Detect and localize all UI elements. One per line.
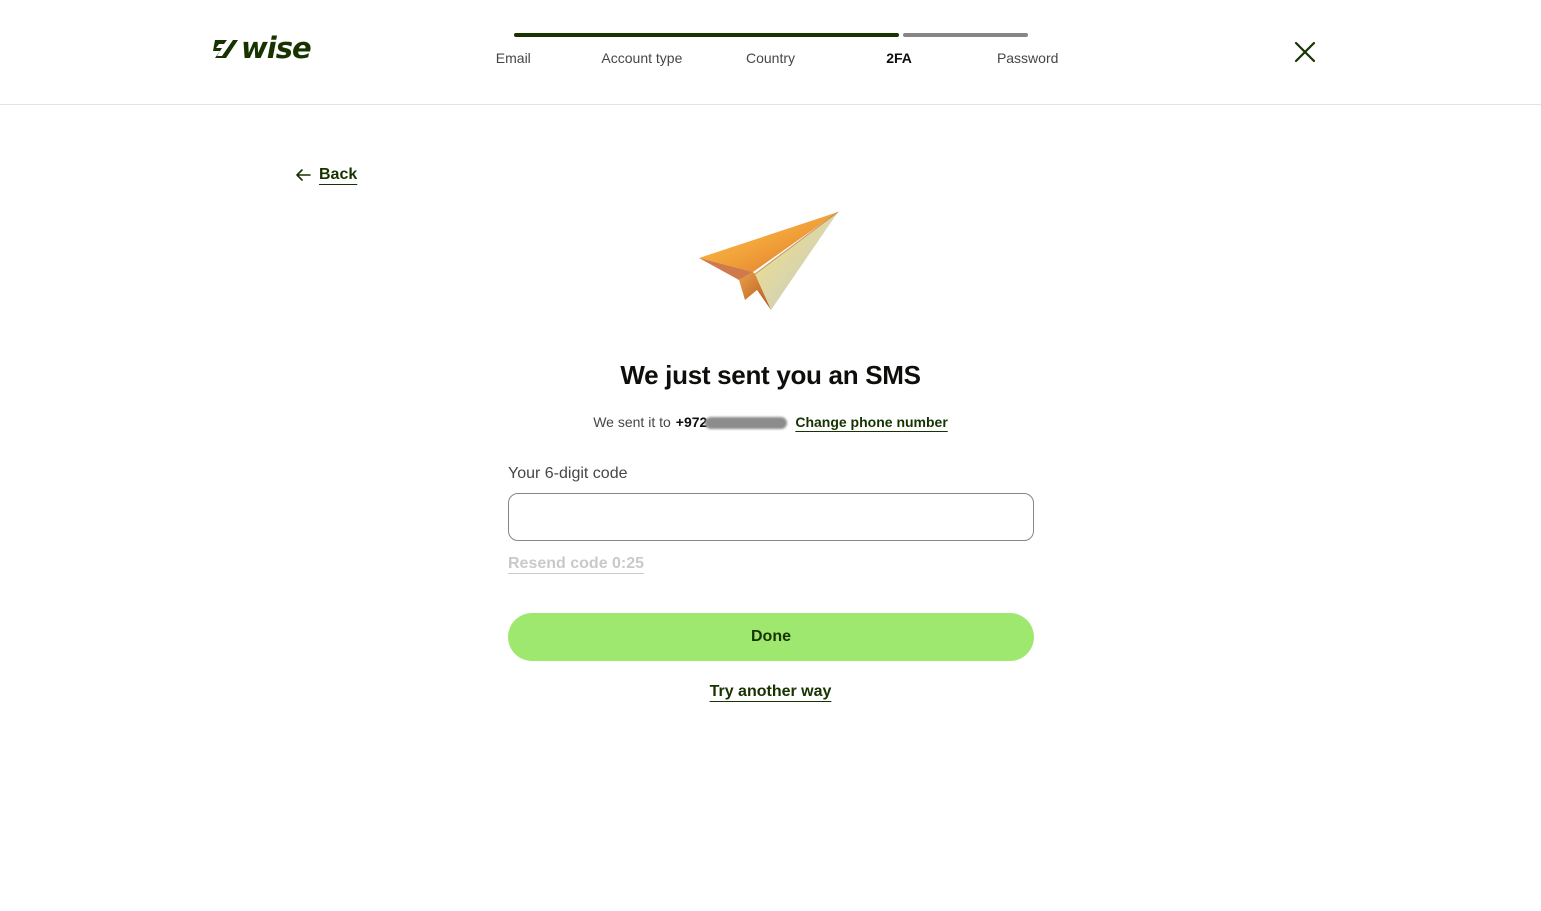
phone-prefix: +972: [675, 414, 708, 430]
page-title: We just sent you an SMS: [620, 360, 921, 390]
sent-to-text: We sent it to: [593, 414, 671, 430]
paper-plane-illustration: [699, 211, 839, 310]
progress-complete-bar: [514, 33, 899, 37]
top-bar: wise Email Account type Country 2FA Pass…: [0, 0, 1541, 105]
step-account-type: Account type: [601, 50, 683, 66]
try-another-way-row: Try another way: [0, 683, 1541, 701]
phone-number: +972: [676, 414, 788, 430]
done-button[interactable]: Done: [508, 613, 1034, 661]
step-2fa: 2FA: [886, 50, 912, 66]
step-password: Password: [996, 50, 1059, 66]
wise-wordmark: wise: [241, 31, 312, 65]
arrow-left-icon: [296, 169, 311, 181]
back-label: Back: [319, 166, 358, 183]
resend-code-link: Resend code 0:25: [508, 555, 645, 572]
wise-logo[interactable]: wise: [213, 31, 312, 65]
back-link[interactable]: Back: [294, 163, 357, 187]
code-field-label: Your 6-digit code: [508, 465, 628, 482]
progress-track: [514, 33, 1028, 37]
step-country: Country: [745, 50, 795, 66]
wise-flag-icon: [213, 40, 238, 58]
close-icon: [1294, 41, 1316, 63]
sent-to-row: We sent it to +972 Change phone number: [0, 414, 1541, 430]
close-button[interactable]: [1291, 38, 1319, 66]
progress-remaining-bar: [903, 33, 1028, 37]
step-email: Email: [495, 50, 531, 66]
signup-progress-stepper: Email Account type Country 2FA Password: [449, 33, 1092, 73]
verification-code-input[interactable]: [508, 493, 1034, 541]
change-phone-number-link[interactable]: Change phone number: [795, 414, 947, 430]
redacted-phone-digits: [705, 417, 788, 430]
try-another-way-link[interactable]: Try another way: [710, 683, 832, 700]
